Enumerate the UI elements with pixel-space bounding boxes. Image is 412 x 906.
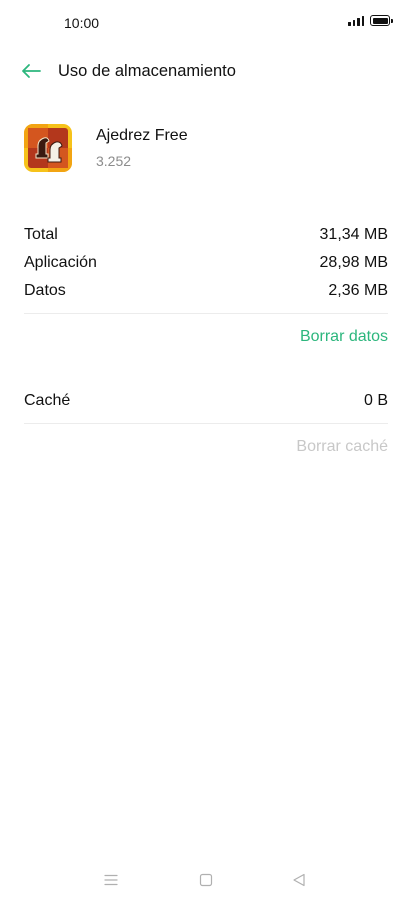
navigation-bar — [0, 860, 412, 906]
clear-data-button[interactable]: Borrar datos — [300, 328, 388, 346]
divider — [24, 313, 388, 314]
cache-label: Caché — [24, 392, 71, 409]
storage-label: Aplicación — [24, 254, 97, 271]
cache-row: Caché 0 B — [24, 392, 388, 410]
battery-icon — [370, 15, 393, 26]
storage-value: 2,36 MB — [328, 282, 388, 299]
page-title: Uso de almacenamiento — [58, 62, 236, 80]
storage-value: 28,98 MB — [319, 254, 388, 271]
status-icons — [348, 15, 393, 26]
home-icon — [199, 873, 213, 887]
app-name: Ajedrez Free — [96, 127, 188, 144]
app-header: Ajedrez Free 3.252 — [24, 124, 388, 176]
status-bar: 10:00 — [0, 0, 412, 46]
storage-value: 31,34 MB — [319, 226, 388, 243]
storage-row-app: Aplicación 28,98 MB — [24, 254, 388, 272]
status-time: 10:00 — [64, 15, 100, 31]
signal-icon — [348, 15, 364, 26]
storage-label: Datos — [24, 282, 66, 299]
home-button[interactable] — [191, 868, 221, 892]
menu-icon — [104, 874, 118, 886]
back-button[interactable] — [14, 56, 48, 86]
divider — [24, 423, 388, 424]
storage-row-total: Total 31,34 MB — [24, 226, 388, 244]
back-arrow-icon — [22, 64, 41, 78]
menu-button[interactable] — [96, 868, 126, 892]
storage-label: Total — [24, 226, 58, 243]
app-bar: Uso de almacenamiento — [0, 50, 412, 94]
back-icon — [293, 873, 305, 887]
nav-back-button[interactable] — [284, 868, 314, 892]
cache-value: 0 B — [363, 392, 388, 409]
storage-row-data: Datos 2,36 MB — [24, 282, 388, 300]
clear-cache-button[interactable]: Borrar caché — [296, 438, 388, 456]
app-version: 3.252 — [96, 153, 132, 169]
chess-app-icon — [24, 124, 72, 172]
